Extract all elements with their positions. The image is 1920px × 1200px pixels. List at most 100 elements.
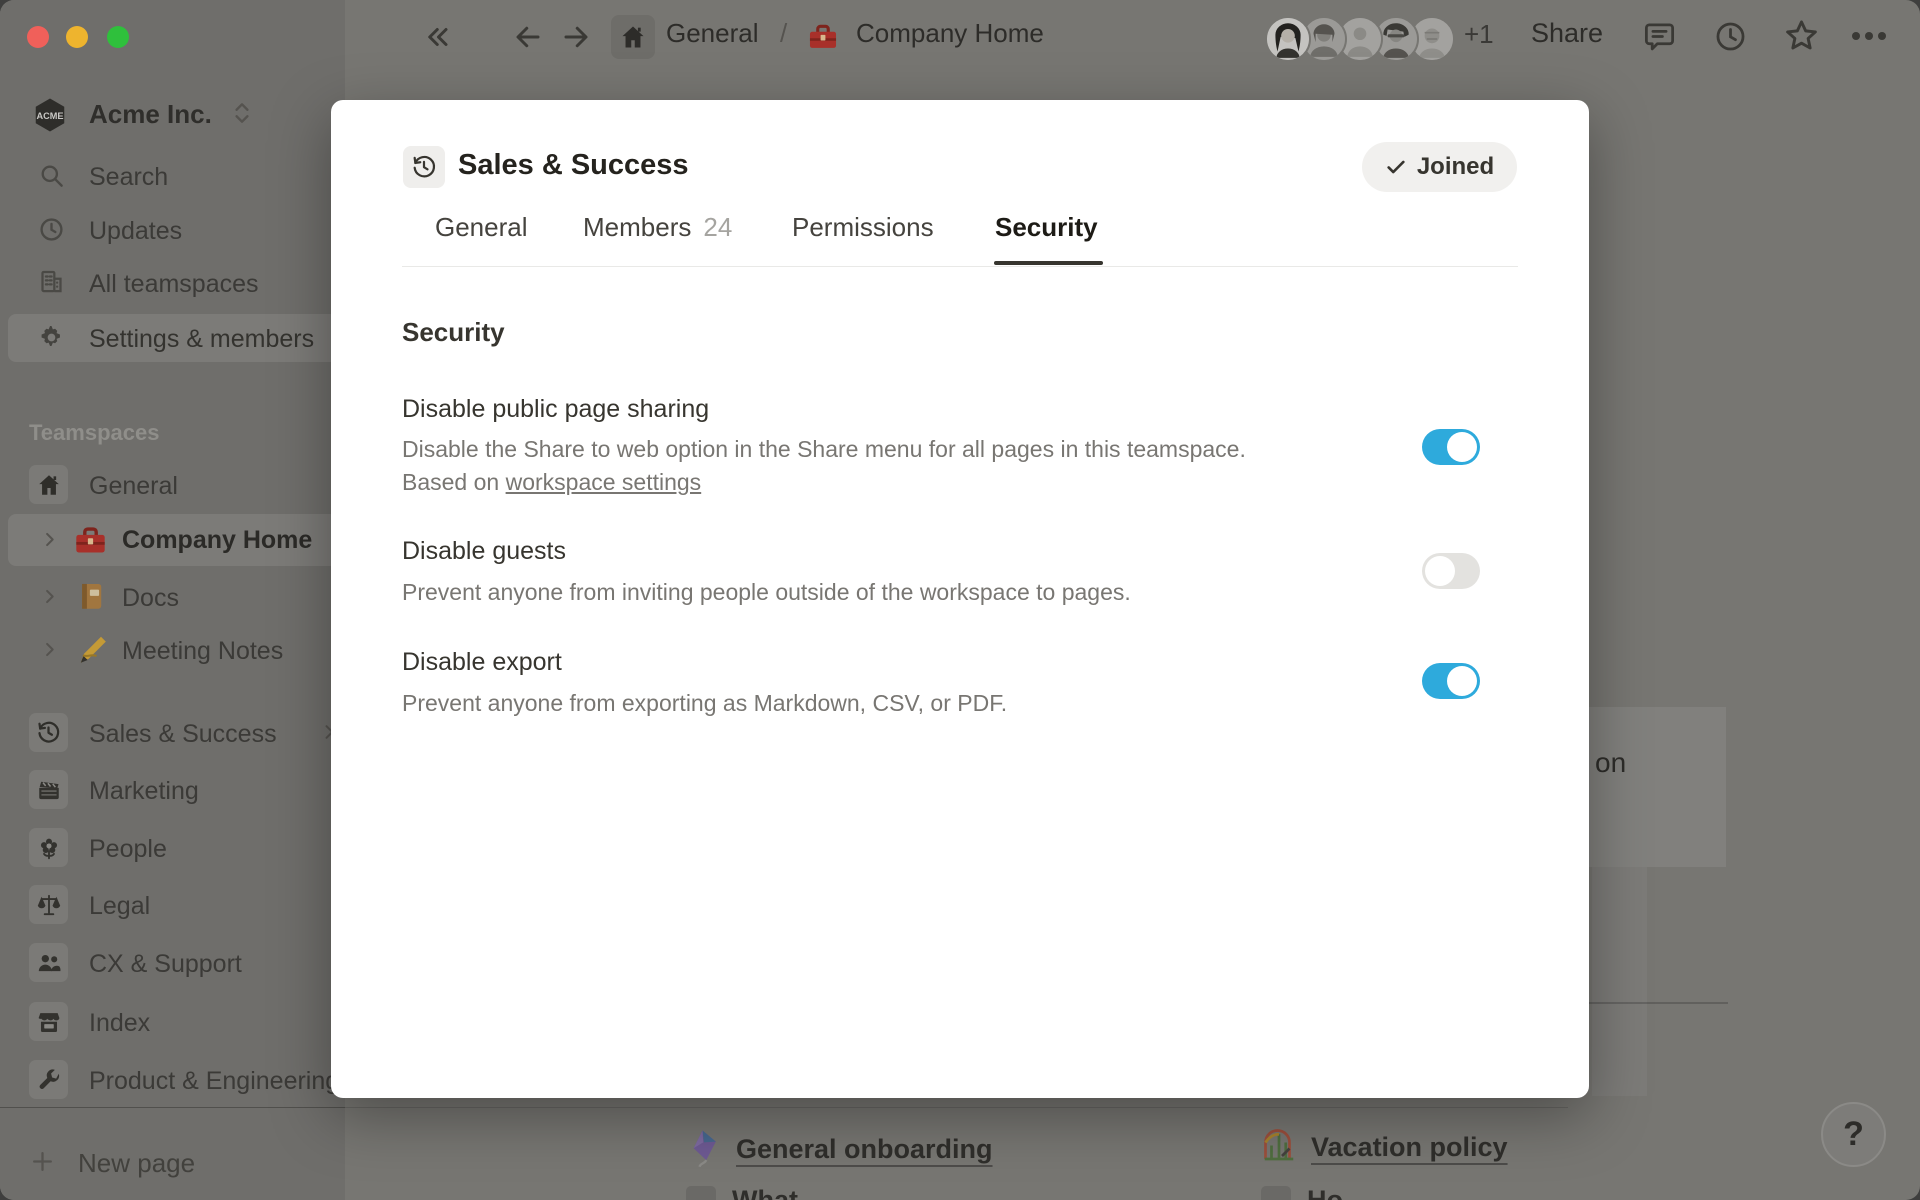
sidebar-item-label: All teamspaces — [89, 270, 259, 299]
toggle-knob — [1447, 432, 1477, 462]
bg-link-label: General onboarding — [736, 1134, 993, 1165]
setting-title: Disable guests — [402, 537, 566, 566]
sidebar-teamspace-cx-support[interactable]: CX & Support — [0, 939, 345, 987]
setting-description-text: Disable the Share to web option in the S… — [402, 436, 1246, 462]
sidebar-teamspace-marketing[interactable]: Marketing — [0, 766, 345, 814]
more-options-icon[interactable] — [1850, 30, 1888, 42]
workspace-switcher[interactable]: ACME Acme Inc. — [0, 90, 345, 138]
workspace-sort-icon — [231, 100, 253, 126]
setting-description: Prevent anyone from exporting as Markdow… — [402, 687, 1362, 720]
close-window-button[interactable] — [27, 26, 49, 48]
sidebar-item-updates[interactable]: Updates — [0, 206, 345, 254]
tab-general[interactable]: General — [435, 212, 528, 243]
tab-permissions[interactable]: Permissions — [792, 212, 934, 243]
tab-label: Members — [583, 212, 691, 242]
sidebar-item-label: Docs — [122, 584, 179, 613]
sidebar-item-label: CX & Support — [89, 950, 242, 979]
minimize-window-button[interactable] — [66, 26, 88, 48]
toggle-disable-export[interactable] — [1422, 663, 1480, 699]
bg-divider — [1589, 1002, 1728, 1004]
writing-hand-icon — [74, 632, 110, 668]
sidebar-item-label: Index — [89, 1009, 150, 1038]
toolbox-icon — [806, 19, 840, 53]
bg-link-general-onboarding[interactable]: General onboarding — [686, 1129, 993, 1169]
chevron-right-icon[interactable] — [40, 640, 59, 659]
breadcrumb-home-label[interactable]: General — [666, 18, 759, 49]
sidebar-item-search[interactable]: Search — [0, 152, 345, 200]
sidebar-page-company-home[interactable]: Company Home — [0, 516, 345, 564]
bg-partial-row-left[interactable]: What — [686, 1185, 798, 1200]
svg-text:ACME: ACME — [36, 111, 63, 121]
new-page-button[interactable]: New page — [0, 1137, 345, 1185]
joined-label: Joined — [1417, 153, 1494, 181]
bg-partial-row-right[interactable]: Ho — [1261, 1185, 1343, 1200]
setting-title: Disable export — [402, 648, 562, 677]
avatar-overflow-count[interactable]: +1 — [1464, 19, 1494, 50]
setting-description: Disable the Share to web option in the S… — [402, 433, 1362, 499]
sidebar-teamspace-sales-success[interactable]: Sales & Success — [0, 709, 345, 757]
section-heading: Security — [402, 317, 505, 348]
sidebar-collapse-icon[interactable] — [421, 22, 451, 52]
sidebar-teamspace-index[interactable]: Index — [0, 998, 345, 1046]
toggle-disable-public-sharing[interactable] — [1422, 429, 1480, 465]
flower-icon — [29, 828, 68, 867]
setting-title: Disable public page sharing — [402, 395, 709, 424]
sidebar-item-label: Search — [89, 163, 168, 192]
bg-cut-text: on — [1595, 747, 1626, 779]
teamspace-settings-modal: Sales & Success Joined General Members 24… — [331, 100, 1589, 1098]
building-icon — [38, 268, 65, 295]
workspace-settings-link[interactable]: workspace settings — [506, 469, 702, 495]
sidebar-item-all-teamspaces[interactable]: All teamspaces — [0, 259, 345, 307]
roller-coaster-icon — [1261, 1129, 1297, 1165]
sidebar-item-label: People — [89, 835, 167, 864]
breadcrumb-page-label[interactable]: Company Home — [856, 18, 1044, 49]
storefront-icon — [29, 1002, 68, 1041]
toggle-disable-guests[interactable] — [1422, 553, 1480, 589]
bg-link-label: Vacation policy — [1311, 1132, 1508, 1163]
sidebar-page-docs[interactable]: Docs — [0, 573, 345, 621]
bg-link-vacation-policy[interactable]: Vacation policy — [1261, 1129, 1508, 1165]
clock-history-icon — [403, 146, 445, 188]
chevron-right-icon[interactable] — [40, 530, 59, 549]
share-button[interactable]: Share — [1531, 18, 1603, 49]
sidebar-teamspace-general[interactable]: General — [0, 461, 345, 509]
sidebar-teamspace-legal[interactable]: Legal — [0, 881, 345, 929]
tab-security[interactable]: Security — [995, 212, 1098, 243]
sidebar-teamspace-product-engineering[interactable]: Product & Engineering — [0, 1056, 345, 1104]
modal-title: Sales & Success — [458, 149, 689, 182]
history-clock-icon[interactable] — [1713, 19, 1748, 54]
sidebar-teamspace-people[interactable]: People — [0, 824, 345, 872]
back-icon[interactable] — [513, 22, 543, 52]
home-icon — [619, 23, 647, 51]
teamspaces-section-header[interactable]: Teamspaces — [29, 420, 159, 446]
avatar[interactable] — [1265, 16, 1311, 62]
setting-description-text: Prevent anyone from exporting as Markdow… — [402, 690, 1007, 716]
chevron-right-icon[interactable] — [40, 587, 59, 606]
tab-members-count: 24 — [703, 212, 732, 242]
sidebar-item-settings[interactable]: Settings & members — [0, 314, 345, 362]
setting-description-text: Prevent anyone from inviting people outs… — [402, 579, 1131, 605]
gear-icon — [38, 324, 65, 351]
favorite-star-icon[interactable] — [1783, 17, 1820, 54]
comments-icon[interactable] — [1642, 19, 1677, 54]
wrench-icon — [29, 1060, 68, 1099]
setting-description-prefix: Based on — [402, 469, 506, 495]
sidebar-page-meeting-notes[interactable]: Meeting Notes — [0, 626, 345, 674]
clapperboard-icon — [29, 770, 68, 809]
sidebar-item-label: Sales & Success — [89, 720, 277, 749]
titlebar: General / Company Home +1 Share — [0, 0, 1920, 64]
help-button[interactable]: ? — [1821, 1102, 1886, 1167]
people-icon — [29, 943, 68, 982]
sidebar: ACME Acme Inc. Search — [0, 0, 345, 1200]
bg-image-placeholder-2 — [1592, 867, 1647, 1096]
zoom-window-button[interactable] — [107, 26, 129, 48]
tab-members[interactable]: Members 24 — [583, 212, 732, 243]
forward-icon[interactable] — [561, 22, 591, 52]
breadcrumb-separator: / — [780, 18, 787, 49]
workspace-logo: ACME — [31, 96, 69, 134]
workspace-name: Acme Inc. — [89, 99, 212, 130]
breadcrumb-home[interactable] — [611, 15, 655, 59]
setting-description: Prevent anyone from inviting people outs… — [402, 576, 1362, 609]
sidebar-item-label: Legal — [89, 892, 150, 921]
joined-button[interactable]: Joined — [1362, 142, 1517, 192]
